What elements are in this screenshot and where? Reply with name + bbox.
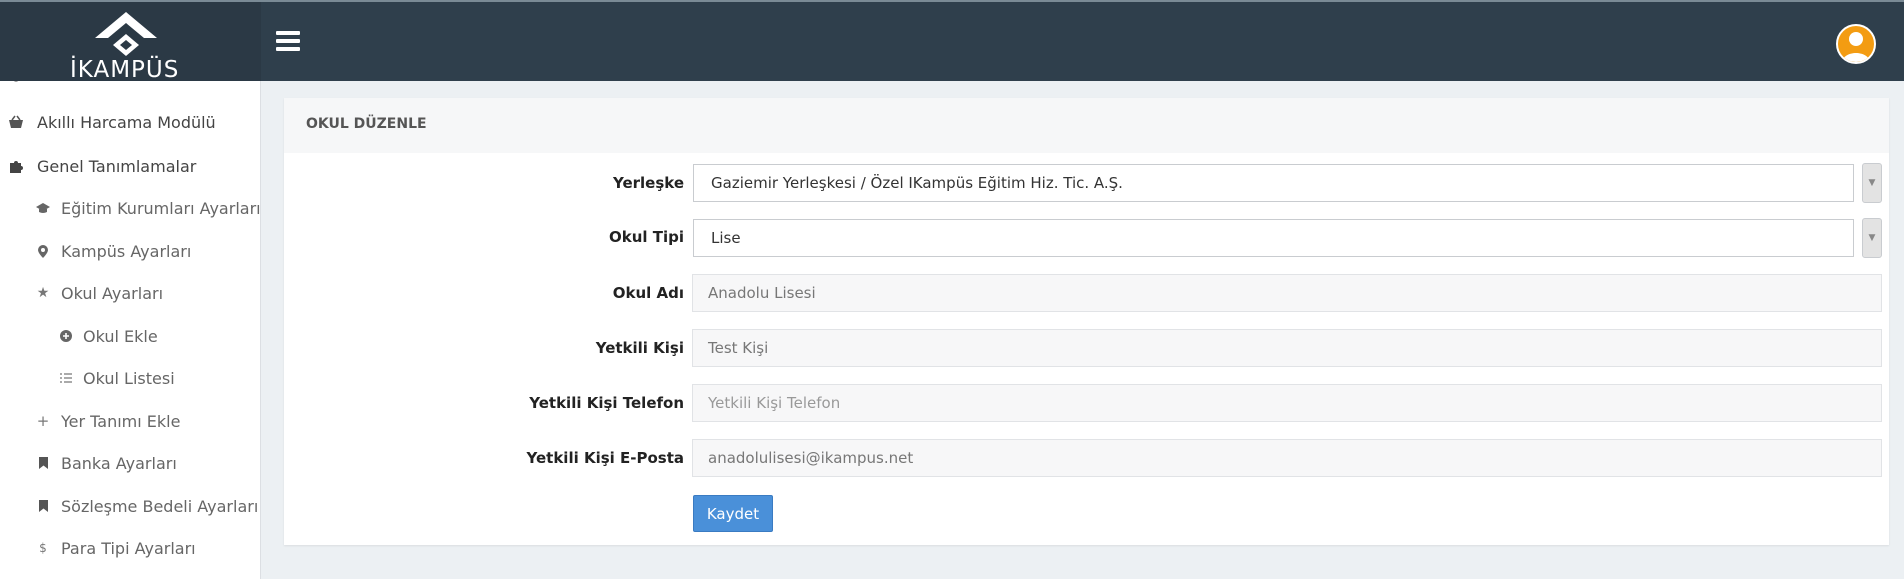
contact-person-label: Yetkili Kişi [595, 339, 684, 357]
list-icon [56, 373, 76, 383]
sidebar-item-okul-ekle[interactable]: Okul Ekle [0, 319, 260, 353]
school-name-label: Okul Adı [612, 284, 684, 302]
save-button[interactable]: Kaydet [693, 495, 773, 532]
user-icon [1842, 32, 1870, 62]
sidebar-item-label: Banka Ayarları [61, 453, 177, 473]
sidebar-item-okul-listesi[interactable]: Okul Listesi [0, 361, 260, 395]
sidebar-item-egitim-kurumlari[interactable]: Eğitim Kurumları Ayarları [0, 191, 261, 225]
bookmark-icon [33, 457, 53, 469]
school-type-dropdown-arrow-icon[interactable]: ▼ [1862, 218, 1882, 258]
sidebar-item-banka[interactable]: Banka Ayarları [0, 446, 260, 480]
sidebar-item-label: Yer Tanımı Ekle [61, 411, 181, 431]
logo-text: İKAMPÜS [70, 57, 180, 83]
menu-toggle-icon[interactable] [276, 31, 300, 53]
graduation-cap-icon [33, 202, 53, 214]
sidebar-item-yer-tanimi-ekle[interactable]: + Yer Tanımı Ekle [0, 404, 260, 438]
circle-icon: ● [6, 81, 26, 84]
campus-select[interactable]: Gaziemir Yerleşkesi / Özel IKampüs Eğiti… [693, 164, 1854, 202]
sidebar-item-label: Okul Listesi [83, 368, 175, 388]
school-type-label: Okul Tipi [608, 228, 684, 246]
sidebar-item-label: Akıllı Harcama Modülü [37, 112, 216, 132]
sidebar-item-label: Okul Ayarları [61, 283, 164, 303]
plus-icon: + [36, 412, 50, 430]
campus-label: Yerleşke [612, 174, 684, 192]
star-icon: ★ [36, 285, 50, 301]
sidebar: ● Akıllı Harcama Modülü Genel Tanımlamal… [0, 81, 261, 579]
basket-icon [6, 115, 26, 129]
school-name-input[interactable]: Anadolu Lisesi [692, 274, 1882, 312]
plus-circle-icon [56, 330, 76, 342]
logo[interactable]: İKAMPÜS [0, 2, 261, 83]
sidebar-item-partial[interactable]: ● [0, 81, 260, 93]
panel-header: OKUL DÜZENLE [284, 98, 1889, 153]
school-type-select[interactable]: Lise [693, 219, 1854, 257]
contact-phone-label: Yetkili Kişi Telefon [529, 394, 684, 412]
edit-school-panel: OKUL DÜZENLE Yerleşke Gaziemir Yerleşkes… [284, 98, 1889, 545]
sidebar-item-label: Genel Tanımlamalar [37, 156, 197, 176]
sidebar-item-label: Kampüs Ayarları [61, 241, 192, 261]
contact-email-input[interactable]: anadolulisesi@ikampus.net [692, 439, 1882, 477]
logo-house-icon [95, 12, 157, 56]
sidebar-item-label: Sözleşme Bedeli Ayarları [61, 496, 259, 516]
contact-phone-input[interactable]: Yetkili Kişi Telefon [692, 384, 1882, 422]
map-pin-icon [33, 244, 53, 258]
sidebar-item-label: Okul Ekle [83, 326, 158, 346]
top-header: İKAMPÜS [0, 0, 1904, 83]
contact-email-label: Yetkili Kişi E-Posta [526, 449, 685, 467]
bookmark-icon [33, 500, 53, 512]
sidebar-item-akilli-harcama[interactable]: Akıllı Harcama Modülü [0, 105, 260, 139]
sidebar-item-okul-ayarlari[interactable]: ★ Okul Ayarları [0, 276, 260, 310]
panel-title: OKUL DÜZENLE [306, 116, 427, 132]
sidebar-item-kampus[interactable]: Kampüs Ayarları [0, 234, 260, 268]
sidebar-item-genel-tanimlamalar[interactable]: Genel Tanımlamalar [0, 149, 260, 183]
sidebar-item-label: Para Tipi Ayarları [61, 538, 196, 558]
sidebar-item-label: Eğitim Kurumları Ayarları [61, 198, 261, 218]
user-avatar[interactable] [1836, 24, 1876, 64]
campus-dropdown-arrow-icon[interactable]: ▼ [1862, 163, 1882, 203]
sidebar-item-para-tipi[interactable]: $ Para Tipi Ayarları [0, 531, 260, 565]
sidebar-item-sozlesme-bedeli[interactable]: Sözleşme Bedeli Ayarları [0, 489, 260, 523]
dollar-icon: $ [39, 541, 47, 555]
puzzle-icon [6, 158, 26, 174]
contact-person-input[interactable]: Test Kişi [692, 329, 1882, 367]
